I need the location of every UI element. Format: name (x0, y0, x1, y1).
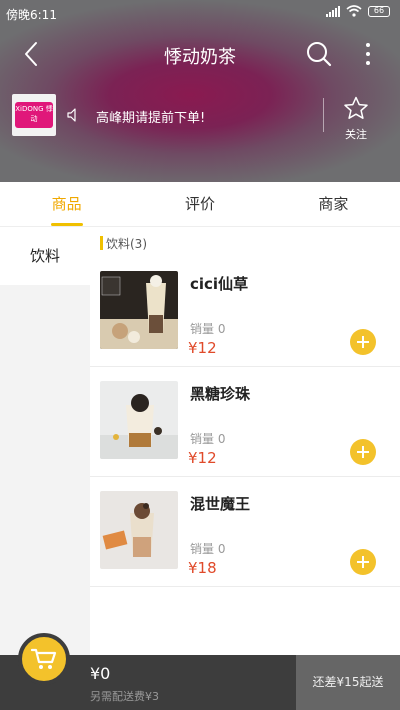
section-marker (100, 236, 103, 250)
follow-button[interactable]: 关注 (336, 96, 376, 141)
product-price: ¥12 (188, 449, 217, 467)
star-icon (344, 96, 368, 119)
product-name: 黑糖珍珠 (190, 385, 251, 403)
search-button[interactable] (304, 39, 334, 69)
shopping-cart-icon (31, 648, 57, 669)
product-item[interactable]: 混世魔王 销量 0 ¥18 (90, 477, 400, 587)
delivery-fee: 另需配送费¥3 (90, 690, 159, 703)
store-header: 傍晚6:11 66 悸动奶茶 XiDONG 悸动 高峰期请提前下单! 关注 (0, 0, 400, 182)
add-to-cart-button[interactable] (350, 549, 376, 575)
add-to-cart-button[interactable] (350, 329, 376, 355)
add-to-cart-button[interactable] (350, 439, 376, 465)
store-logo: XiDONG 悸动 (12, 94, 56, 136)
product-sales: 销量 0 (190, 322, 226, 336)
status-bar: 傍晚6:11 66 (0, 0, 400, 26)
store-title: 悸动奶茶 (164, 47, 236, 68)
header-divider (323, 98, 324, 132)
section-header: 饮料(3) (90, 227, 400, 257)
product-image[interactable] (100, 491, 178, 569)
more-vertical-icon (366, 43, 370, 48)
tab-merchant[interactable]: 商家 (267, 182, 400, 226)
product-list: cici仙草 销量 0 ¥12 黑糖珍珠 销量 0 ¥12 混世魔王 销量 0 … (90, 257, 400, 587)
speaker-icon (67, 108, 76, 122)
product-item[interactable]: cici仙草 销量 0 ¥12 (90, 257, 400, 367)
category-item-drinks[interactable]: 饮料 (0, 227, 90, 285)
product-item[interactable]: 黑糖珍珠 销量 0 ¥12 (90, 367, 400, 477)
follow-label: 关注 (345, 128, 367, 141)
store-logo-badge: XiDONG 悸动 (15, 102, 53, 128)
search-icon (307, 42, 332, 67)
battery-icon: 66 (368, 5, 390, 17)
signal-icon (326, 5, 340, 17)
product-image[interactable] (100, 271, 178, 349)
status-icons: 66 (326, 5, 390, 17)
category-sidebar: 饮料 (0, 227, 90, 655)
tab-bar: 商品 评价 商家 (0, 182, 400, 227)
product-price: ¥12 (188, 339, 217, 357)
cart-button[interactable] (18, 633, 70, 685)
product-price: ¥18 (188, 559, 217, 577)
more-button[interactable] (358, 38, 378, 70)
product-name: 混世魔王 (190, 495, 251, 513)
store-notice: 高峰期请提前下单! (96, 111, 206, 126)
product-sales: 销量 0 (190, 542, 226, 556)
status-time: 傍晚6:11 (6, 8, 57, 22)
section-title: 饮料(3) (106, 237, 147, 251)
wifi-icon (346, 5, 362, 17)
cart-total: ¥0 (90, 664, 111, 683)
tab-reviews[interactable]: 评价 (133, 182, 266, 226)
product-image[interactable] (100, 381, 178, 459)
product-name: cici仙草 (190, 275, 249, 293)
tab-products[interactable]: 商品 (0, 182, 133, 226)
product-sales: 销量 0 (190, 432, 226, 446)
checkout-button[interactable]: 还差¥15起送 (296, 655, 400, 710)
